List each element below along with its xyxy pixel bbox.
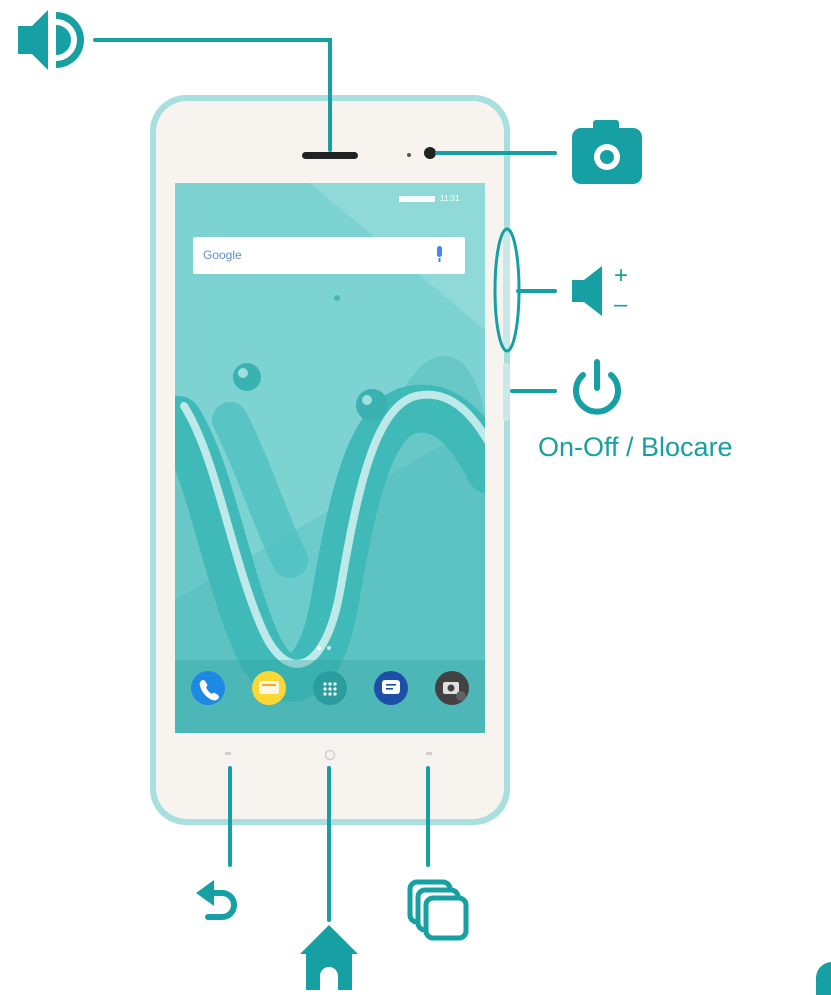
phone-diagram [18, 10, 831, 995]
volume-side-button [503, 232, 510, 350]
volume-plus-label: + [614, 262, 629, 289]
volume-minus-label: – [614, 291, 628, 318]
recents-key [426, 752, 432, 755]
power-icon [573, 359, 621, 415]
messages-blue-app-icon[interactable] [374, 671, 408, 705]
page-indicator [317, 646, 321, 650]
back-icon [196, 880, 237, 920]
front-camera [424, 147, 436, 159]
back-key [225, 752, 231, 755]
phone-app-icon[interactable] [191, 671, 225, 705]
power-label: On-Off / Blocare [538, 432, 733, 462]
messages-yellow-app-icon[interactable] [252, 671, 286, 705]
app-drawer-icon[interactable] [313, 671, 347, 705]
home-icon [300, 925, 358, 990]
volume-icon [572, 266, 602, 316]
speaker-icon [18, 10, 84, 70]
camera-app-icon[interactable] [435, 671, 469, 705]
recents-icon [407, 879, 469, 941]
earpiece [302, 152, 358, 159]
partial-shape [816, 962, 831, 995]
status-time: 11:31 [440, 194, 460, 203]
search-placeholder[interactable]: Google [203, 248, 242, 262]
power-side-button [503, 363, 510, 421]
mic-icon[interactable] [437, 246, 442, 257]
proximity-sensor [407, 153, 411, 157]
camera-icon [572, 120, 642, 184]
status-bar [399, 196, 435, 202]
status-icons [399, 196, 435, 202]
